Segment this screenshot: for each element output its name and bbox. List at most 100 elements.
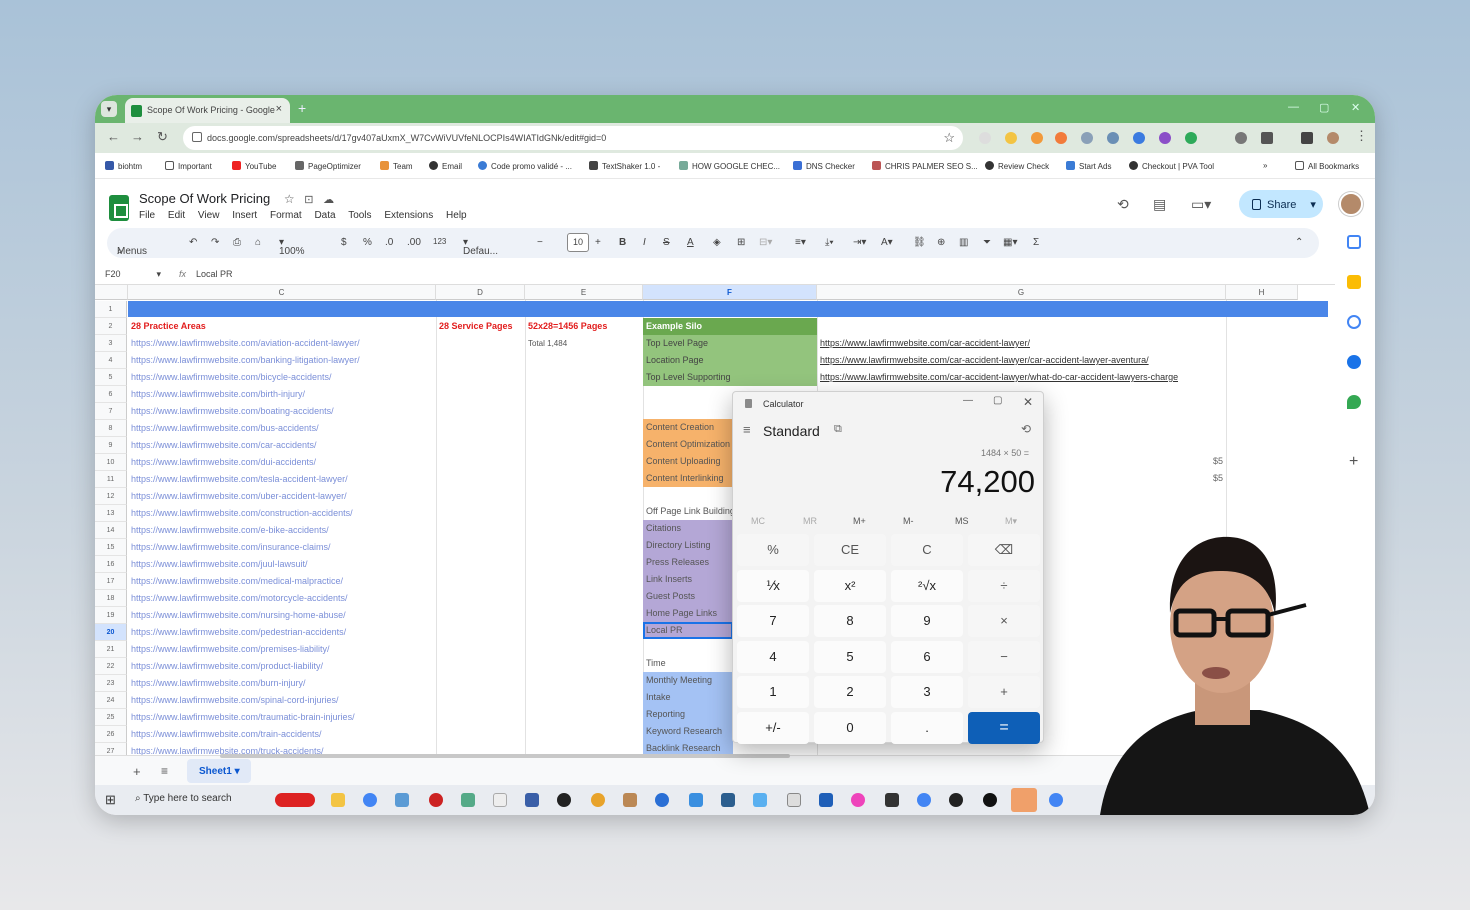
menu-format[interactable]: Format: [270, 210, 302, 221]
menu-insert[interactable]: Insert: [232, 210, 257, 221]
row-header[interactable]: 21: [95, 641, 127, 658]
off-page-header[interactable]: Off Page Link Building: [643, 503, 733, 520]
row-header[interactable]: 4: [95, 352, 127, 369]
app-icon[interactable]: [787, 793, 801, 807]
row-header[interactable]: 20: [95, 624, 127, 641]
row-header[interactable]: 19: [95, 607, 127, 624]
chrome-profile-icon[interactable]: [917, 793, 931, 807]
wrap-text-icon[interactable]: ⇥▾: [853, 237, 866, 248]
document-title[interactable]: Scope Of Work Pricing ☆ ⊡ ☁: [139, 191, 334, 206]
redo-icon[interactable]: ↷: [211, 237, 219, 248]
bookmark-item[interactable]: Review Check: [985, 161, 1049, 171]
price-cell[interactable]: $5: [1210, 470, 1223, 487]
app-icon[interactable]: [623, 793, 637, 807]
time-item[interactable]: Intake: [643, 689, 733, 706]
menu-view[interactable]: View: [198, 210, 220, 221]
menu-extensions[interactable]: Extensions: [384, 210, 433, 221]
row-header[interactable]: 24: [95, 692, 127, 709]
chili-widget-icon[interactable]: [275, 793, 315, 807]
font-size-decrease-icon[interactable]: −: [537, 237, 543, 248]
content-item[interactable]: Content Optimization: [643, 436, 733, 453]
decrease-decimal-button[interactable]: .0: [385, 237, 393, 248]
chart-icon[interactable]: ▥: [959, 237, 968, 248]
all-bookmarks-folder[interactable]: All Bookmarks: [1295, 161, 1359, 171]
example-link[interactable]: https://www.lawfirmwebsite.com/car-accid…: [817, 352, 1149, 369]
practice-area-link[interactable]: https://www.lawfirmwebsite.com/burn-inju…: [128, 675, 433, 692]
menu-help[interactable]: Help: [446, 210, 467, 221]
row-header[interactable]: 1: [95, 301, 127, 318]
menu-file[interactable]: File: [139, 210, 155, 221]
rotate-text-icon[interactable]: A▾: [881, 237, 893, 248]
app-icon[interactable]: [525, 793, 539, 807]
calc-key[interactable]: CE: [814, 534, 886, 566]
sheets-logo-icon[interactable]: [109, 195, 129, 221]
content-item[interactable]: Content Interlinking: [643, 470, 733, 487]
calc-history-icon[interactable]: ⟲: [1021, 422, 1031, 436]
extension-icon[interactable]: [979, 132, 991, 144]
merge-cells-icon[interactable]: ⊟▾: [759, 237, 772, 248]
app-icon[interactable]: [429, 793, 443, 807]
link-item[interactable]: Directory Listing: [643, 537, 733, 554]
practice-area-link[interactable]: https://www.lawfirmwebsite.com/premises-…: [128, 641, 433, 658]
memory-button[interactable]: MC: [751, 516, 765, 526]
app-icon[interactable]: [655, 793, 669, 807]
print-icon[interactable]: ⎙: [233, 237, 241, 248]
row-header[interactable]: 26: [95, 726, 127, 743]
memory-button[interactable]: M+: [853, 516, 866, 526]
app-icon[interactable]: [949, 793, 963, 807]
time-item[interactable]: Reporting: [643, 706, 733, 723]
practice-area-link[interactable]: https://www.lawfirmwebsite.com/pedestria…: [128, 624, 433, 641]
practice-area-link[interactable]: https://www.lawfirmwebsite.com/traumatic…: [128, 709, 433, 726]
move-folder-icon[interactable]: ⊡: [304, 194, 313, 206]
maps-icon[interactable]: [1347, 395, 1361, 409]
row-header[interactable]: 15: [95, 539, 127, 556]
forward-icon[interactable]: →: [131, 129, 144, 144]
practice-areas-header[interactable]: 28 Practice Areas: [128, 318, 206, 335]
calc-key[interactable]: 3: [891, 676, 963, 708]
practice-area-link[interactable]: https://www.lawfirmwebsite.com/car-accid…: [128, 437, 433, 454]
column-header-e[interactable]: E: [525, 285, 643, 300]
functions-button[interactable]: Σ: [1033, 237, 1039, 248]
select-all-corner[interactable]: [95, 285, 128, 300]
column-header-g[interactable]: G: [817, 285, 1226, 300]
practice-area-link[interactable]: https://www.lawfirmwebsite.com/spinal-co…: [128, 692, 433, 709]
text-color-icon[interactable]: A: [687, 237, 694, 248]
browser-tab[interactable]: Scope Of Work Pricing - Google ×: [125, 98, 290, 123]
calc-close-icon[interactable]: ✕: [1023, 395, 1033, 409]
bookmark-item[interactable]: YouTube: [232, 161, 276, 171]
service-pages-header[interactable]: 28 Service Pages: [436, 318, 513, 335]
back-icon[interactable]: ←: [107, 129, 120, 144]
meet-icon[interactable]: ▭▾: [1191, 196, 1211, 213]
all-sheets-icon[interactable]: ≡: [161, 764, 168, 778]
percent-button[interactable]: %: [363, 237, 372, 248]
calc-key[interactable]: 5: [814, 640, 886, 673]
practice-area-link[interactable]: https://www.lawfirmwebsite.com/tesla-acc…: [128, 471, 433, 488]
add-sheet-icon[interactable]: +: [133, 764, 141, 779]
calc-key[interactable]: 0: [814, 711, 886, 744]
calc-key[interactable]: .: [891, 711, 963, 744]
filter-icon[interactable]: ⏷: [983, 237, 991, 248]
extension-icon[interactable]: [1005, 132, 1017, 144]
extension-icon[interactable]: [1235, 132, 1247, 144]
content-item[interactable]: Content Creation: [643, 419, 733, 436]
share-button[interactable]: Share ▾: [1239, 190, 1323, 218]
selected-cell-local-pr[interactable]: Local PR: [643, 622, 733, 639]
menu-tools[interactable]: Tools: [348, 210, 371, 221]
bookmark-item[interactable]: CHRIS PALMER SEO S...: [872, 161, 978, 171]
row-header[interactable]: 16: [95, 556, 127, 573]
zoom-select[interactable]: 100% ▾: [279, 237, 305, 257]
calc-key[interactable]: 2: [814, 676, 886, 708]
row-header[interactable]: 25: [95, 709, 127, 726]
extension-icon[interactable]: [1055, 132, 1067, 144]
italic-button[interactable]: I: [643, 237, 646, 248]
practice-area-link[interactable]: https://www.lawfirmwebsite.com/motorcycl…: [128, 590, 433, 607]
extension-icon[interactable]: [1159, 132, 1171, 144]
practice-area-link[interactable]: https://www.lawfirmwebsite.com/insurance…: [128, 539, 433, 556]
row-header[interactable]: 10: [95, 454, 127, 471]
practice-area-link[interactable]: https://www.lawfirmwebsite.com/medical-m…: [128, 573, 433, 590]
practice-area-link[interactable]: https://www.lawfirmwebsite.com/dui-accid…: [128, 454, 433, 471]
row-header[interactable]: 3: [95, 335, 127, 352]
practice-area-link[interactable]: https://www.lawfirmwebsite.com/aviation-…: [128, 335, 433, 352]
bookmark-item[interactable]: Email: [429, 161, 462, 171]
row-header[interactable]: 7: [95, 403, 127, 420]
